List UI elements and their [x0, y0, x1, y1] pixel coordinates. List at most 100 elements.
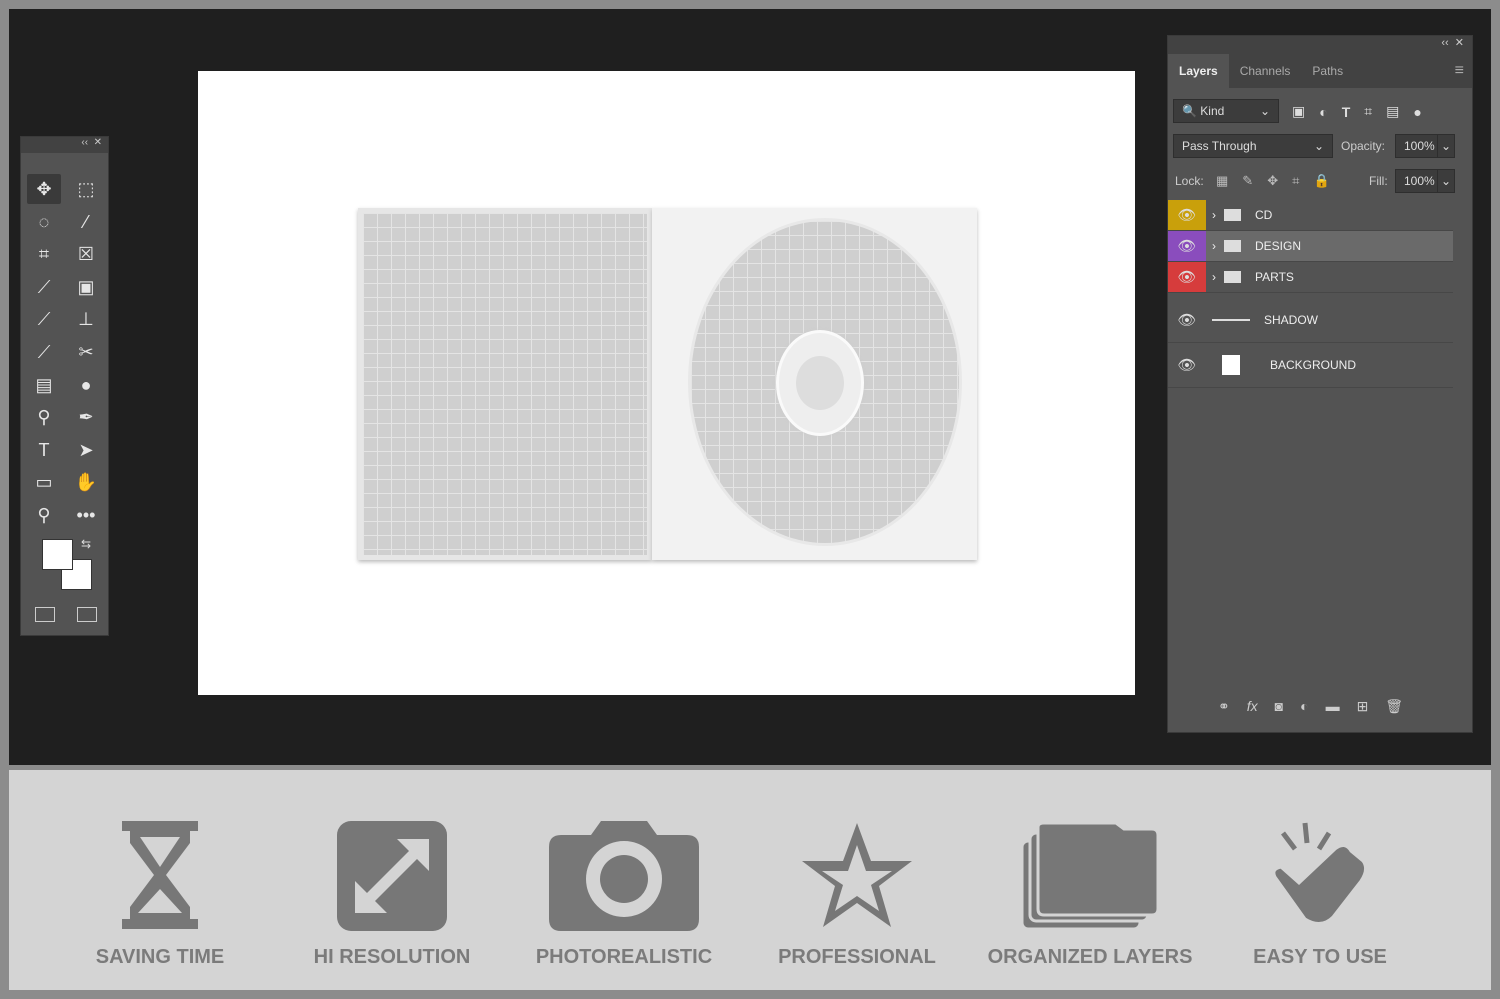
- pen-tool-icon[interactable]: ✒: [69, 402, 103, 432]
- close-button[interactable]: ✕: [1455, 37, 1464, 49]
- lock-all-icon[interactable]: 🔒: [1313, 173, 1329, 189]
- feature-professional: PROFESSIONAL: [742, 820, 972, 969]
- hand-rotate-tool-icon[interactable]: ✋: [69, 467, 103, 497]
- blend-mode-value: Pass Through: [1182, 139, 1257, 153]
- expand-chevron-icon[interactable]: ›: [1212, 239, 1216, 253]
- feature-label: SAVING TIME: [95, 946, 225, 968]
- gradient-tool-icon[interactable]: ▤: [27, 370, 61, 400]
- feature-label: PHOTOREALISTIC: [535, 946, 713, 968]
- tab-channels[interactable]: Channels: [1229, 54, 1302, 88]
- features-strip: SAVING TIME HI RESOLUTION PHOTOREALISTIC PR…: [9, 770, 1491, 990]
- collapse-button[interactable]: ‹‹: [81, 137, 88, 148]
- opacity-value: 100%: [1404, 139, 1435, 153]
- feature-organized-layers: ORGANIZED LAYERS: [975, 820, 1205, 969]
- stamp-tool-icon[interactable]: ⊥: [69, 304, 103, 334]
- smart-object-filter-icon[interactable]: ▤: [1386, 103, 1399, 120]
- fx-icon[interactable]: fx: [1247, 698, 1258, 715]
- eyedropper-tool-icon[interactable]: ⟋: [27, 272, 61, 302]
- lock-artboard-icon[interactable]: ⌗: [1292, 173, 1299, 189]
- cd-hub-center: [796, 356, 844, 410]
- tools-panel: ‹‹ ✕ ✥ ⬚ ◌ ⁄ ⌗ ☒ ⟋ ▣ ⟋ ⊥ ⟋ ✂ ▤ ● ⚲ ✒ T ➤ ▭ ✋ ⚲ ••• ⇆: [20, 136, 109, 636]
- opacity-label: Opacity:: [1341, 139, 1386, 153]
- magic-wand-tool-icon[interactable]: ⁄: [69, 207, 103, 237]
- swap-colors-icon[interactable]: ⇆: [81, 537, 91, 551]
- collapse-button[interactable]: ‹‹: [1441, 37, 1448, 49]
- tap-hand-icon: [1205, 820, 1435, 932]
- pixel-filter-icon[interactable]: ▣: [1292, 103, 1305, 120]
- lock-label: Lock:: [1175, 174, 1204, 188]
- tab-layers[interactable]: Layers: [1168, 54, 1229, 88]
- quick-mask-icon[interactable]: [35, 607, 55, 622]
- lock-transparent-icon[interactable]: ▦: [1216, 173, 1228, 189]
- layer-row[interactable]: 👁 › DESIGN: [1168, 231, 1453, 262]
- adjustment-icon[interactable]: ◐: [1300, 698, 1308, 715]
- lock-pixels-icon[interactable]: ✎: [1242, 173, 1253, 189]
- lock-position-icon[interactable]: ✥: [1267, 173, 1278, 189]
- lasso-tool-icon[interactable]: ◌: [27, 207, 61, 237]
- visibility-eye-icon[interactable]: 👁: [1168, 298, 1206, 342]
- expand-chevron-icon[interactable]: ›: [1212, 208, 1216, 222]
- more-tool-icon[interactable]: •••: [69, 500, 103, 530]
- dodge-tool-icon[interactable]: ⚲: [27, 402, 61, 432]
- visibility-eye-icon[interactable]: 👁: [1168, 231, 1206, 261]
- expand-icon: [277, 820, 507, 932]
- crop-tool-icon[interactable]: ⌗: [27, 239, 61, 269]
- link-icon[interactable]: ⚭: [1218, 698, 1230, 715]
- filter-kind-value: Kind: [1200, 104, 1225, 118]
- hourglass-icon: [45, 820, 275, 932]
- opacity-dropdown[interactable]: ⌄: [1437, 134, 1455, 158]
- eraser-tool-icon[interactable]: ✂: [69, 337, 103, 367]
- screen-mode-icon[interactable]: [77, 607, 97, 622]
- type-tool-icon[interactable]: T: [27, 435, 61, 465]
- panel-menu-icon[interactable]: ≡: [1455, 54, 1464, 88]
- foreground-color[interactable]: [42, 539, 73, 570]
- visibility-eye-icon[interactable]: 👁: [1168, 262, 1206, 292]
- move-tool-icon[interactable]: ✥: [27, 174, 61, 204]
- layer-row[interactable]: 👁 › PARTS: [1168, 262, 1453, 293]
- feature-hi-resolution: HI RESOLUTION: [277, 820, 507, 969]
- camera-icon: [509, 820, 739, 932]
- mask-icon[interactable]: ◙: [1275, 698, 1283, 715]
- new-group-icon[interactable]: ▬: [1326, 698, 1340, 715]
- layer-name: DESIGN: [1255, 239, 1302, 253]
- history-brush-tool-icon[interactable]: ⟋: [27, 337, 61, 367]
- trash-icon[interactable]: 🗑: [1385, 698, 1403, 715]
- feature-label: PROFESSIONAL: [778, 946, 936, 968]
- blur-tool-icon[interactable]: ●: [69, 370, 103, 400]
- shape-filter-icon[interactable]: ⌗: [1364, 103, 1372, 120]
- brush-tool-icon[interactable]: ⟋: [27, 304, 61, 334]
- blend-mode-select[interactable]: Pass Through ⌄: [1173, 134, 1333, 158]
- type-filter-icon[interactable]: T: [1342, 104, 1351, 120]
- folder-icon: [1224, 240, 1241, 252]
- marquee-tool-icon[interactable]: ⬚: [69, 174, 103, 204]
- folder-icon: [1224, 271, 1241, 283]
- feature-label: EASY TO USE: [1253, 946, 1387, 968]
- adjustment-filter-icon[interactable]: ◐: [1319, 104, 1327, 120]
- new-layer-icon[interactable]: ⊞: [1357, 698, 1369, 715]
- fill-dropdown[interactable]: ⌄: [1437, 169, 1455, 193]
- visibility-eye-icon[interactable]: 👁: [1168, 200, 1206, 230]
- feature-saving-time: SAVING TIME: [45, 820, 275, 969]
- layer-name: BACKGROUND: [1270, 358, 1357, 372]
- layer-thumbnail: [1212, 319, 1250, 321]
- visibility-eye-icon[interactable]: 👁: [1168, 343, 1206, 387]
- rectangle-tool-icon[interactable]: ▭: [27, 467, 61, 497]
- filter-kind-select[interactable]: 🔍 Kind ⌄: [1173, 99, 1279, 123]
- close-button[interactable]: ✕: [94, 137, 102, 148]
- layer-row[interactable]: 👁 › CD: [1168, 200, 1453, 231]
- layer-row[interactable]: 👁 BACKGROUND: [1168, 343, 1453, 388]
- patch-tool-icon[interactable]: ▣: [69, 272, 103, 302]
- star-icon: [742, 820, 972, 932]
- layer-row[interactable]: 👁 SHADOW: [1168, 298, 1453, 343]
- path-select-tool-icon[interactable]: ➤: [69, 435, 103, 465]
- folder-icon: [1224, 209, 1241, 221]
- filter-toggle[interactable]: ●: [1413, 104, 1421, 120]
- layer-thumbnail: [1222, 355, 1240, 375]
- layers-panel: ‹‹ ✕ Layers Channels Paths ≡ 🔍 Kind ⌄ ▣ ◐…: [1167, 35, 1473, 733]
- layer-name: SHADOW: [1264, 313, 1318, 327]
- expand-chevron-icon[interactable]: ›: [1212, 270, 1216, 284]
- frame-tool-icon[interactable]: ☒: [69, 239, 103, 269]
- zoom-tool-icon[interactable]: ⚲: [27, 500, 61, 530]
- tab-paths[interactable]: Paths: [1301, 54, 1354, 88]
- feature-label: ORGANIZED LAYERS: [987, 946, 1193, 968]
